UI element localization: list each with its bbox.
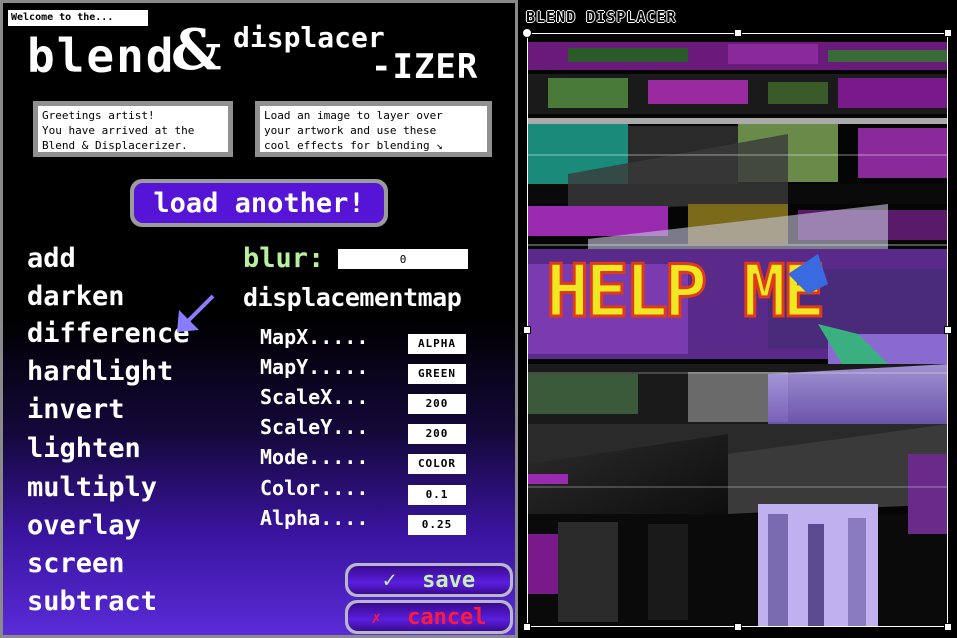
blend-mode-difference[interactable]: difference xyxy=(27,318,190,349)
instructions-line: cool effects for blending ↘ xyxy=(264,139,443,152)
title-blend: blend xyxy=(27,29,176,83)
resize-handle-bottom-left[interactable] xyxy=(523,623,531,631)
artwork-canvas[interactable]: HELP ME xyxy=(527,33,948,627)
resize-handle-right[interactable] xyxy=(944,326,952,334)
cancel-label: cancel xyxy=(407,604,487,630)
greeting-box: Greetings artist! You have arrived at th… xyxy=(32,100,234,158)
resize-handle-bottom[interactable] xyxy=(734,623,742,631)
resize-handle-bottom-right[interactable] xyxy=(944,623,952,631)
instructions-line: your artwork and use these xyxy=(264,124,437,137)
blend-mode-screen[interactable]: screen xyxy=(27,548,125,579)
param-label-mapx: MapX..... xyxy=(260,325,369,349)
title-displacer: displacer xyxy=(233,21,385,54)
param-label-scalex: ScaleX... xyxy=(260,385,369,409)
resize-handle-top[interactable] xyxy=(734,29,742,37)
param-value-color[interactable]: 0.1 xyxy=(408,485,466,505)
blur-label: blur: xyxy=(243,243,325,274)
blur-input[interactable] xyxy=(338,249,468,269)
resize-handle-left[interactable] xyxy=(523,326,531,334)
displacement-map-title: displacementmap xyxy=(243,283,462,312)
blend-mode-overlay[interactable]: overlay xyxy=(27,510,141,541)
greeting-line: Greetings artist! xyxy=(42,109,155,122)
param-label-mapy: MapY..... xyxy=(260,355,369,379)
rotate-handle[interactable] xyxy=(522,28,532,38)
blend-mode-lighten[interactable]: lighten xyxy=(27,433,141,464)
load-another-label: load another! xyxy=(134,183,384,223)
param-value-alpha[interactable]: 0.25 xyxy=(408,515,466,535)
param-label-color: Color.... xyxy=(260,476,369,500)
mouse-cursor-arrow-icon xyxy=(177,294,215,332)
checkmark-icon: ✓ xyxy=(382,567,397,593)
x-mark-icon: ✗ xyxy=(371,607,382,627)
save-button[interactable]: ✓ save xyxy=(345,563,513,597)
title-izer: -IZER xyxy=(371,47,479,87)
welcome-label: Welcome to the... xyxy=(7,9,149,27)
cancel-button[interactable]: ✗ cancel xyxy=(345,600,513,634)
blend-mode-hardlight[interactable]: hardlight xyxy=(27,356,173,387)
param-value-scaley[interactable]: 200 xyxy=(408,424,466,444)
param-value-mode[interactable]: COLOR xyxy=(408,454,466,474)
save-label: save xyxy=(422,567,476,593)
artwork-text: HELP ME xyxy=(546,249,821,333)
blend-mode-darken[interactable]: darken xyxy=(27,281,125,312)
param-label-scaley: ScaleY... xyxy=(260,415,369,439)
greeting-line: You have arrived at the xyxy=(42,124,195,137)
param-value-scalex[interactable]: 200 xyxy=(408,394,466,414)
blend-mode-add[interactable]: add xyxy=(27,243,76,274)
param-label-alpha: Alpha.... xyxy=(260,506,369,530)
blend-displacerizer-panel: Welcome to the... blend & displacer -IZE… xyxy=(0,0,518,638)
title-ampersand: & xyxy=(171,17,222,83)
resize-handle-top-right[interactable] xyxy=(944,29,952,37)
greeting-line: Blend & Displacerizer. xyxy=(42,139,188,152)
glitched-artwork-image: HELP ME xyxy=(528,34,947,626)
instructions-line: Load an image to layer over xyxy=(264,109,443,122)
blend-mode-subtract[interactable]: subtract xyxy=(27,586,157,617)
instructions-box: Load an image to layer over your artwork… xyxy=(254,100,493,158)
param-label-mode: Mode..... xyxy=(260,445,369,469)
blend-mode-multiply[interactable]: multiply xyxy=(27,472,157,503)
load-another-button[interactable]: load another! xyxy=(130,179,388,227)
param-value-mapy[interactable]: GREEN xyxy=(408,364,466,384)
blend-mode-invert[interactable]: invert xyxy=(27,394,125,425)
canvas-header: BLEND DISPLACER xyxy=(526,8,677,26)
param-value-mapx[interactable]: ALPHA xyxy=(408,334,466,354)
